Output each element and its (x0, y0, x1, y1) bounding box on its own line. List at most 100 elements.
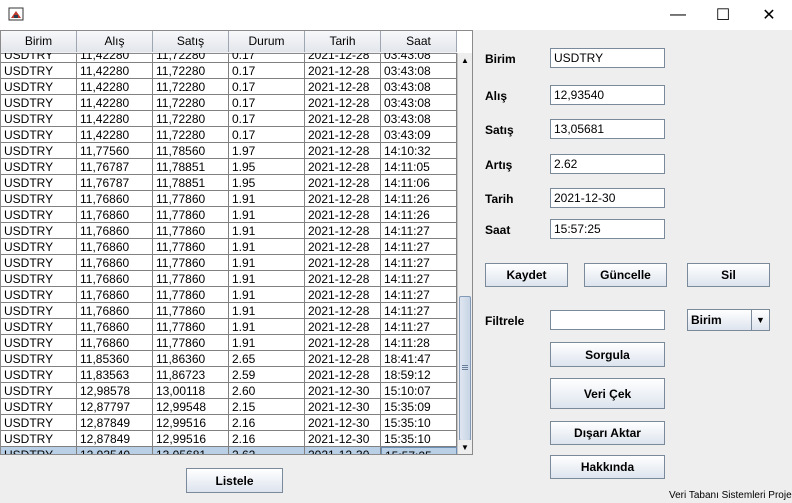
cell-satis[interactable]: 11,72280 (153, 127, 229, 143)
cell-tarih[interactable]: 2021-12-28 (305, 95, 381, 111)
cell-saat[interactable]: 03:43:09 (381, 127, 457, 143)
table-row[interactable]: USDTRY 11,76860 11,77860 1.91 2021-12-28 14:1… (1, 335, 457, 351)
scroll-down-arrow-icon[interactable]: ▼ (458, 440, 472, 454)
cell-alis[interactable]: 11,76860 (77, 255, 153, 271)
cell-saat[interactable]: 18:41:47 (381, 351, 457, 367)
table-row[interactable]: USDTRY 12,87797 12,99548 2.15 2021-12-30 15:3… (1, 399, 457, 415)
cell-alis[interactable]: 11,76860 (77, 239, 153, 255)
cell-durum[interactable]: 1.91 (229, 319, 305, 335)
cell-birim[interactable]: USDTRY (1, 335, 77, 351)
table-row[interactable]: USDTRY 11,76787 11,78851 1.95 2021-12-28 14:1… (1, 175, 457, 191)
cell-alis[interactable]: 11,42280 (77, 111, 153, 127)
table-row[interactable]: USDTRY 11,76860 11,77860 1.91 2021-12-28 14:1… (1, 319, 457, 335)
cell-durum[interactable]: 1.91 (229, 271, 305, 287)
cell-satis[interactable]: 11,77860 (153, 303, 229, 319)
cell-alis[interactable]: 12,98578 (77, 383, 153, 399)
birim-field[interactable]: USDTRY (550, 48, 665, 68)
scrollbar-thumb[interactable] (459, 296, 471, 441)
table-row[interactable]: USDTRY 11,76860 11,77860 1.91 2021-12-28 14:1… (1, 207, 457, 223)
table-row[interactable]: USDTRY 11,42280 11,72280 0.17 2021-12-28 03:4… (1, 95, 457, 111)
cell-satis[interactable]: 13,00118 (153, 383, 229, 399)
cell-birim[interactable]: USDTRY (1, 143, 77, 159)
cell-saat[interactable]: 15:35:10 (381, 431, 457, 447)
cell-tarih[interactable]: 2021-12-28 (305, 351, 381, 367)
cell-alis[interactable]: 11,85360 (77, 351, 153, 367)
cell-tarih[interactable]: 2021-12-28 (305, 111, 381, 127)
alis-field[interactable]: 12,93540 (550, 85, 665, 105)
table-row[interactable]: USDTRY 11,42280 11,72280 0.17 2021-12-28 03:4… (1, 53, 457, 63)
table-row[interactable]: USDTRY12,9354013,056812.622021-12-3015:5… (1, 447, 457, 454)
veri-cek-button[interactable]: Veri Çek (550, 378, 665, 409)
column-header-saat[interactable]: Saat (381, 31, 457, 52)
cell-tarih[interactable]: 2021-12-28 (305, 159, 381, 175)
cell-satis[interactable]: 11,77860 (153, 239, 229, 255)
artis-field[interactable]: 2.62 (550, 154, 665, 174)
cell-tarih[interactable]: 2021-12-28 (305, 367, 381, 383)
cell-durum[interactable]: 1.91 (229, 335, 305, 351)
cell-saat[interactable]: 14:11:27 (381, 287, 457, 303)
cell-birim[interactable]: USDTRY (1, 303, 77, 319)
cell-tarih[interactable]: 2021-12-30 (305, 431, 381, 447)
cell-saat[interactable]: 14:10:32 (381, 143, 457, 159)
cell-satis[interactable]: 11,78851 (153, 159, 229, 175)
cell-durum[interactable]: 2.65 (229, 351, 305, 367)
table-row[interactable]: USDTRY 11,42280 11,72280 0.17 2021-12-28 03:4… (1, 127, 457, 143)
satis-field[interactable]: 13,05681 (550, 119, 665, 139)
cell-durum[interactable]: 1.91 (229, 239, 305, 255)
table-row[interactable]: USDTRY 11,76787 11,78851 1.95 2021-12-28 14:1… (1, 159, 457, 175)
cell-durum[interactable]: 2.62 (229, 447, 305, 454)
cell-satis[interactable]: 11,77860 (153, 271, 229, 287)
cell-alis[interactable]: 12,87797 (77, 399, 153, 415)
cell-satis[interactable]: 11,77860 (153, 335, 229, 351)
table-row[interactable]: USDTRY 11,42280 11,72280 0.17 2021-12-28 03:4… (1, 79, 457, 95)
cell-saat[interactable]: 14:11:27 (381, 271, 457, 287)
cell-durum[interactable]: 0.17 (229, 53, 305, 63)
cell-alis[interactable]: 11,76787 (77, 175, 153, 191)
cell-birim[interactable]: USDTRY (1, 271, 77, 287)
vertical-scrollbar[interactable]: ▲ ▼ (457, 53, 472, 454)
cell-durum[interactable]: 2.16 (229, 415, 305, 431)
cell-saat[interactable]: 03:43:08 (381, 111, 457, 127)
cell-satis[interactable]: 11,78560 (153, 143, 229, 159)
cell-durum[interactable]: 2.16 (229, 431, 305, 447)
cell-birim[interactable]: USDTRY (1, 79, 77, 95)
cell-alis[interactable]: 12,87849 (77, 415, 153, 431)
cell-alis[interactable]: 11,76860 (77, 303, 153, 319)
cell-satis[interactable]: 11,86360 (153, 351, 229, 367)
cell-tarih[interactable]: 2021-12-28 (305, 287, 381, 303)
cell-saat[interactable]: 14:11:06 (381, 175, 457, 191)
cell-birim[interactable]: USDTRY (1, 191, 77, 207)
cell-durum[interactable]: 1.91 (229, 255, 305, 271)
table-row[interactable]: USDTRY 11,76860 11,77860 1.91 2021-12-28 14:1… (1, 271, 457, 287)
scroll-up-arrow-icon[interactable]: ▲ (458, 53, 472, 68)
saat-field[interactable]: 15:57:25 (550, 219, 665, 239)
cell-durum[interactable]: 1.91 (229, 287, 305, 303)
cell-satis[interactable]: 13,05681 (153, 447, 229, 454)
table-row[interactable]: USDTRY 11,77560 11,78560 1.97 2021-12-28 14:1… (1, 143, 457, 159)
cell-tarih[interactable]: 2021-12-30 (305, 415, 381, 431)
cell-alis[interactable]: 11,77560 (77, 143, 153, 159)
cell-birim[interactable]: USDTRY (1, 159, 77, 175)
table-row[interactable]: USDTRY 11,76860 11,77860 1.91 2021-12-28 14:1… (1, 223, 457, 239)
table-row[interactable]: USDTRY 11,76860 11,77860 1.91 2021-12-28 14:1… (1, 287, 457, 303)
cell-birim[interactable]: USDTRY (1, 287, 77, 303)
cell-satis[interactable]: 11,72280 (153, 63, 229, 79)
cell-tarih[interactable]: 2021-12-28 (305, 303, 381, 319)
cell-durum[interactable]: 0.17 (229, 95, 305, 111)
cell-birim[interactable]: USDTRY (1, 53, 77, 63)
cell-saat[interactable]: 15:57:25 (381, 447, 457, 454)
table-row[interactable]: USDTRY 12,98578 13,00118 2.60 2021-12-30 15:1… (1, 383, 457, 399)
cell-saat[interactable]: 14:11:27 (381, 239, 457, 255)
cell-tarih[interactable]: 2021-12-28 (305, 239, 381, 255)
cell-birim[interactable]: USDTRY (1, 63, 77, 79)
column-header-birim[interactable]: Birim (1, 31, 77, 52)
cell-alis[interactable]: 11,76860 (77, 335, 153, 351)
cell-alis[interactable]: 11,76860 (77, 319, 153, 335)
cell-durum[interactable]: 1.95 (229, 159, 305, 175)
cell-saat[interactable]: 14:11:27 (381, 303, 457, 319)
cell-birim[interactable]: USDTRY (1, 223, 77, 239)
hakkinda-button[interactable]: Hakkında (550, 455, 665, 479)
cell-satis[interactable]: 11,77860 (153, 191, 229, 207)
cell-durum[interactable]: 1.97 (229, 143, 305, 159)
table-row[interactable]: USDTRY 11,76860 11,77860 1.91 2021-12-28 14:1… (1, 303, 457, 319)
